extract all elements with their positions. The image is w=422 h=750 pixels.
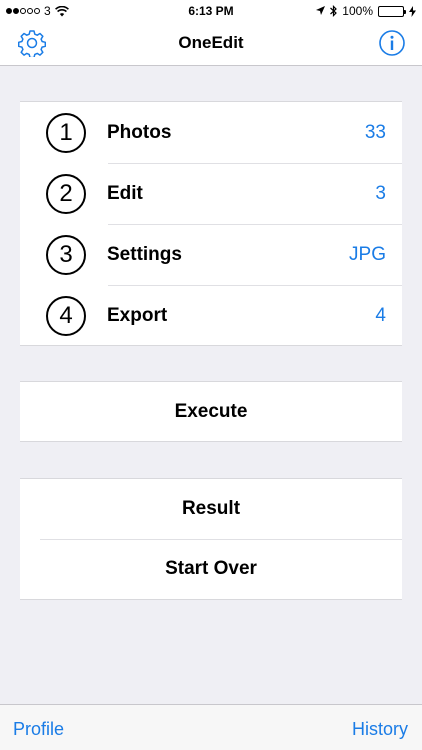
start-over-button[interactable]: Start Over [20, 539, 402, 599]
step-number-circle: 1 [46, 112, 86, 153]
step-number-circle: 4 [46, 295, 86, 336]
info-icon[interactable] [378, 29, 406, 57]
step-label: Export [107, 304, 168, 326]
step-row-settings[interactable]: 3 Settings JPG [20, 224, 402, 285]
page-title: OneEdit [178, 33, 244, 52]
charging-icon [409, 5, 416, 17]
step-row-export[interactable]: 4 Export 4 [20, 285, 402, 346]
start-over-label: Start Over [165, 558, 257, 579]
step-label: Edit [107, 182, 143, 204]
history-button[interactable]: History [352, 719, 408, 740]
step-value: 33 [364, 121, 386, 143]
step-number-circle: 3 [46, 234, 86, 275]
bluetooth-icon [330, 5, 338, 17]
step-label: Settings [107, 243, 182, 265]
status-right: 100% [316, 4, 416, 18]
step-value: 4 [375, 304, 386, 326]
battery-icon [378, 5, 406, 17]
step-number-circle: 2 [46, 173, 86, 214]
step-row-photos[interactable]: 1 Photos 33 [20, 102, 402, 163]
battery-percent: 100% [342, 4, 373, 18]
result-label: Result [181, 498, 241, 519]
step-value: 3 [375, 182, 386, 204]
steps-list: 1 Photos 33 2 Edit 3 3 Settings JPG 4 Ex… [20, 101, 402, 346]
step-label: Photos [107, 121, 172, 143]
profile-button[interactable]: Profile [13, 719, 64, 740]
execute-button[interactable]: Execute [20, 381, 402, 442]
top-bar: 3 6:13 PM 100% OneEdit [0, 0, 422, 66]
result-group: Result Start Over [20, 478, 402, 600]
status-bar: 3 6:13 PM 100% [0, 0, 422, 22]
bottom-toolbar: Profile History [0, 704, 422, 750]
execute-label: Execute [174, 400, 248, 422]
location-icon [316, 6, 326, 15]
step-row-edit[interactable]: 2 Edit 3 [20, 163, 402, 224]
result-button[interactable]: Result [20, 479, 402, 539]
step-value: JPG [349, 243, 386, 265]
